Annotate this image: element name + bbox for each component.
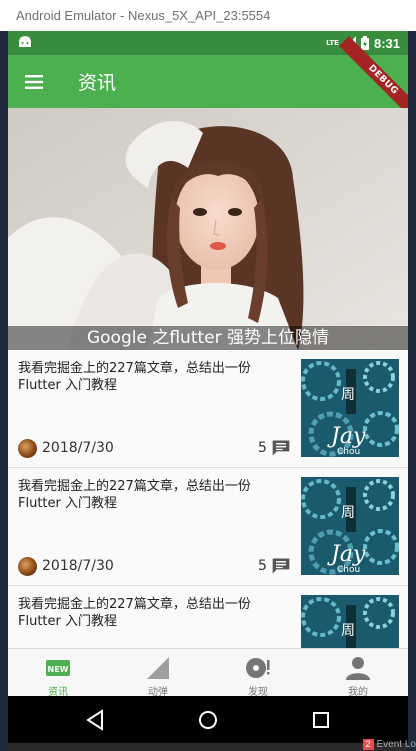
- nav-item-tweets[interactable]: 动弹: [108, 649, 208, 698]
- list-item[interactable]: 我看完掘金上的227篇文章，总结出一份Flutter 入门教程 2018/7/3…: [8, 350, 408, 468]
- thumb-title: Jay: [327, 424, 366, 449]
- thumb-subtitle: Chou: [337, 447, 360, 457]
- battery-icon: [360, 36, 369, 50]
- author-avatar: [18, 557, 37, 576]
- list-item[interactable]: 我看完掘金上的227篇文章，总结出一份Flutter 入门教程 周: [8, 586, 408, 648]
- status-time: 8:31: [373, 35, 400, 51]
- back-icon[interactable]: [83, 708, 107, 732]
- comment-icon[interactable]: [271, 556, 291, 576]
- banner-image: [8, 108, 408, 350]
- page-title: 资讯: [78, 72, 117, 94]
- event-log-badge: 2: [362, 739, 374, 750]
- home-icon[interactable]: [196, 708, 220, 732]
- banner-carousel[interactable]: Google 之flutter 强势上位隐情: [8, 108, 408, 350]
- svg-text:周: 周: [341, 387, 355, 403]
- comment-count: 5: [258, 440, 267, 456]
- article-thumbnail: 周: [301, 595, 399, 648]
- nav-item-discover[interactable]: 发现: [208, 649, 308, 698]
- app-bar: 资讯 DEBUG: [8, 36, 408, 124]
- thumb-subtitle: Chou: [337, 565, 360, 575]
- thumb-title: Jay: [327, 542, 366, 567]
- article-title: 我看完掘金上的227篇文章，总结出一份Flutter 入门教程: [18, 479, 251, 511]
- device-screen: LTE 8:31 资讯 DEBUG Google 之flutter 强势上位隐情…: [8, 31, 408, 743]
- recents-icon[interactable]: [309, 708, 333, 732]
- ide-right-panel: [408, 31, 416, 751]
- network-type: LTE: [326, 39, 339, 47]
- nav-item-me[interactable]: 我的: [308, 649, 408, 698]
- banner-caption: Google 之flutter 强势上位隐情: [8, 326, 408, 350]
- discover-icon: [246, 658, 270, 678]
- new-badge-icon: NEW: [46, 660, 70, 676]
- article-date: 2018/7/30: [42, 440, 114, 456]
- system-navigation-bar: [8, 696, 408, 743]
- article-date: 2018/7/30: [42, 558, 114, 574]
- svg-text:周: 周: [341, 623, 355, 639]
- event-log-tab[interactable]: 2 Event Lo: [362, 739, 416, 751]
- comment-count: 5: [258, 558, 267, 574]
- article-title: 我看完掘金上的227篇文章，总结出一份Flutter 入门教程: [18, 361, 251, 393]
- article-thumbnail: 周 Jay Chou: [301, 359, 399, 457]
- nav-item-news[interactable]: NEW 资讯: [8, 649, 108, 698]
- ide-left-panel: [0, 31, 8, 751]
- comment-icon[interactable]: [271, 438, 291, 458]
- event-log-label: Event Lo: [376, 739, 416, 750]
- article-thumbnail: 周 Jay Chou: [301, 477, 399, 575]
- bottom-navigation: NEW 资讯 动弹 发现 我的: [8, 648, 408, 698]
- svg-text:NEW: NEW: [48, 665, 69, 674]
- menu-icon[interactable]: [22, 70, 46, 94]
- article-list[interactable]: 我看完掘金上的227篇文章，总结出一份Flutter 入门教程 2018/7/3…: [8, 350, 408, 648]
- svg-text:周: 周: [341, 505, 355, 521]
- emulator-title-bar: Android Emulator - Nexus_5X_API_23:5554: [0, 0, 416, 31]
- person-icon: [346, 657, 370, 680]
- triangle-icon: [147, 657, 169, 679]
- author-avatar: [18, 439, 37, 458]
- article-title: 我看完掘金上的227篇文章，总结出一份Flutter 入门教程: [18, 597, 251, 629]
- list-item[interactable]: 我看完掘金上的227篇文章，总结出一份Flutter 入门教程 2018/7/3…: [8, 468, 408, 586]
- emulator-title: Android Emulator - Nexus_5X_API_23:5554: [16, 8, 271, 23]
- android-notification-icon: [19, 36, 31, 47]
